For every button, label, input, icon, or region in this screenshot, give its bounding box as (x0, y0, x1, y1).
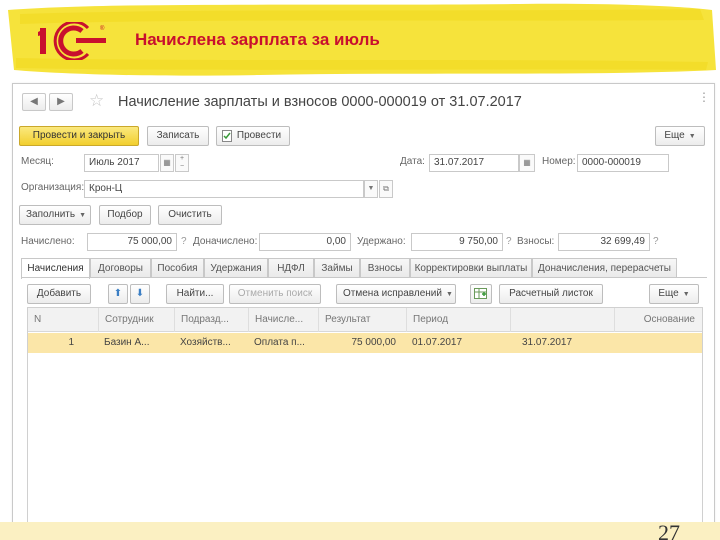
chevron-down-icon: ▼ (688, 133, 696, 140)
tab-bar: Начисления Договоры Пособия Удержания НД… (21, 258, 681, 279)
additional-label: Доначислено: (193, 236, 258, 247)
table-cell: 75 000,00 (351, 337, 397, 348)
table-cell: Оплата п... (254, 337, 305, 348)
table-cell: 1 (68, 337, 74, 348)
favorite-star-icon[interactable]: ☆ (89, 92, 104, 110)
tab-loans[interactable]: Займы (314, 258, 360, 278)
table-cell: Хозяйств... (180, 337, 231, 348)
additional-field: 0,00 (259, 233, 351, 251)
fill-label: Заполнить (26, 209, 76, 220)
tab-recalculations[interactable]: Доначисления, перерасчеты (532, 258, 677, 278)
table-row[interactable]: 1 Базин А... Хозяйств... Оплата п... 75 … (28, 333, 702, 353)
move-up-icon[interactable]: ⬆ (108, 284, 128, 304)
column-header[interactable]: N (28, 308, 98, 332)
table-cell: Базин А... (104, 337, 150, 348)
column-header[interactable]: Основание (614, 308, 703, 332)
post-document-icon (222, 130, 232, 142)
tab-accruals[interactable]: Начисления (21, 258, 90, 279)
payslip-button[interactable]: Расчетный листок (499, 284, 603, 304)
move-down-icon[interactable]: ⬇ (130, 284, 150, 304)
grid-add-icon (474, 288, 487, 299)
contributions-field: 32 699,49 (558, 233, 650, 251)
fill-button[interactable]: Заполнить ▼ (19, 205, 91, 225)
month-label: Месяц: (21, 156, 54, 167)
svg-text:®: ® (100, 25, 105, 32)
forward-button[interactable]: ▶ (49, 93, 73, 111)
post-button-label: Провести (236, 130, 282, 141)
cancel-corrections-label: Отмена исправлений (343, 288, 442, 299)
slide-title: Начислена зарплата за июль (135, 30, 380, 49)
calendar-icon[interactable]: ▦ (160, 154, 174, 172)
column-header[interactable]: Подразд... (174, 308, 248, 332)
tab-deductions[interactable]: Удержания (204, 258, 268, 278)
post-and-close-button[interactable]: Провести и закрыть (19, 126, 139, 146)
column-header[interactable]: Сотрудник (98, 308, 174, 332)
month-stepper[interactable]: + − (175, 154, 189, 172)
more-label: Еще (664, 130, 685, 141)
organization-dropdown-icon[interactable]: ▼ (364, 180, 378, 198)
1c-logo-icon: ® (38, 22, 106, 60)
date-label: Дата: (400, 156, 425, 167)
tab-ndfl[interactable]: НДФЛ (268, 258, 314, 278)
chevron-down-icon: ▼ (79, 212, 87, 219)
cancel-search-button[interactable]: Отменить поиск (229, 284, 321, 304)
table-settings-button[interactable] (470, 284, 492, 304)
clear-button[interactable]: Очистить (158, 205, 222, 225)
tab-benefits[interactable]: Пособия (151, 258, 204, 278)
organization-label: Организация: (21, 182, 85, 193)
page-number: 27 (658, 520, 680, 540)
bottom-strip (0, 522, 720, 540)
accrued-field: 75 000,00 (87, 233, 177, 251)
column-header[interactable]: Результат (318, 308, 406, 332)
window-menu-icon[interactable]: ⋮ (698, 91, 710, 103)
tab-divider (21, 277, 707, 278)
tab-contracts[interactable]: Договоры (90, 258, 151, 278)
find-button[interactable]: Найти... (166, 284, 224, 304)
date-field[interactable]: 31.07.2017 (429, 154, 519, 172)
withheld-field: 9 750,00 (411, 233, 503, 251)
chevron-down-icon: ▼ (445, 291, 453, 298)
help-icon[interactable]: ? (181, 236, 187, 247)
contributions-label: Взносы: (517, 236, 555, 247)
column-header[interactable] (510, 308, 614, 332)
number-field[interactable]: 0000-000019 (577, 154, 669, 172)
document-title: Начисление зарплаты и взносов 0000-00001… (118, 94, 522, 110)
table-more-button[interactable]: Еще ▼ (649, 284, 699, 304)
number-label: Номер: (542, 156, 576, 167)
open-link-icon[interactable]: ⧉ (379, 180, 393, 198)
select-button[interactable]: Подбор (99, 205, 151, 225)
date-calendar-icon[interactable]: ▦ (519, 154, 535, 172)
table-cell (614, 333, 703, 353)
column-header[interactable]: Период (406, 308, 510, 332)
chevron-down-icon: ▼ (682, 291, 690, 298)
tab-contributions[interactable]: Взносы (360, 258, 410, 278)
arrow-left-icon: ◀ (30, 96, 38, 107)
window-titlebar: ◀ ▶ ☆ Начисление зарплаты и взносов 0000… (13, 84, 714, 120)
withheld-label: Удержано: (357, 236, 406, 247)
table-header: N Сотрудник Подразд... Начисле... Резуль… (28, 308, 702, 332)
column-header[interactable]: Начисле... (248, 308, 318, 332)
help-icon[interactable]: ? (506, 236, 512, 247)
table-cell: 01.07.2017 (412, 337, 463, 348)
document-window: ◀ ▶ ☆ Начисление зарплаты и взносов 0000… (12, 83, 715, 525)
month-field[interactable]: Июль 2017 (84, 154, 159, 172)
add-button[interactable]: Добавить (27, 284, 91, 304)
back-button[interactable]: ◀ (22, 93, 46, 111)
arrow-right-icon: ▶ (57, 96, 65, 107)
post-button[interactable]: Провести (216, 126, 290, 146)
help-icon[interactable]: ? (653, 236, 659, 247)
more-button[interactable]: Еще ▼ (655, 126, 705, 146)
save-button[interactable]: Записать (147, 126, 209, 146)
tab-payment-corrections[interactable]: Корректировки выплаты (410, 258, 532, 278)
organization-field[interactable]: Крон-Ц (84, 180, 364, 198)
cancel-corrections-button[interactable]: Отмена исправлений ▼ (336, 284, 456, 304)
table-cell: 31.07.2017 (522, 337, 573, 348)
table-more-label: Еще (658, 288, 679, 299)
accrued-label: Начислено: (21, 236, 75, 247)
accruals-table: N Сотрудник Подразд... Начисле... Резуль… (27, 307, 703, 523)
slide-banner: ® Начислена зарплата за июль (0, 0, 720, 80)
